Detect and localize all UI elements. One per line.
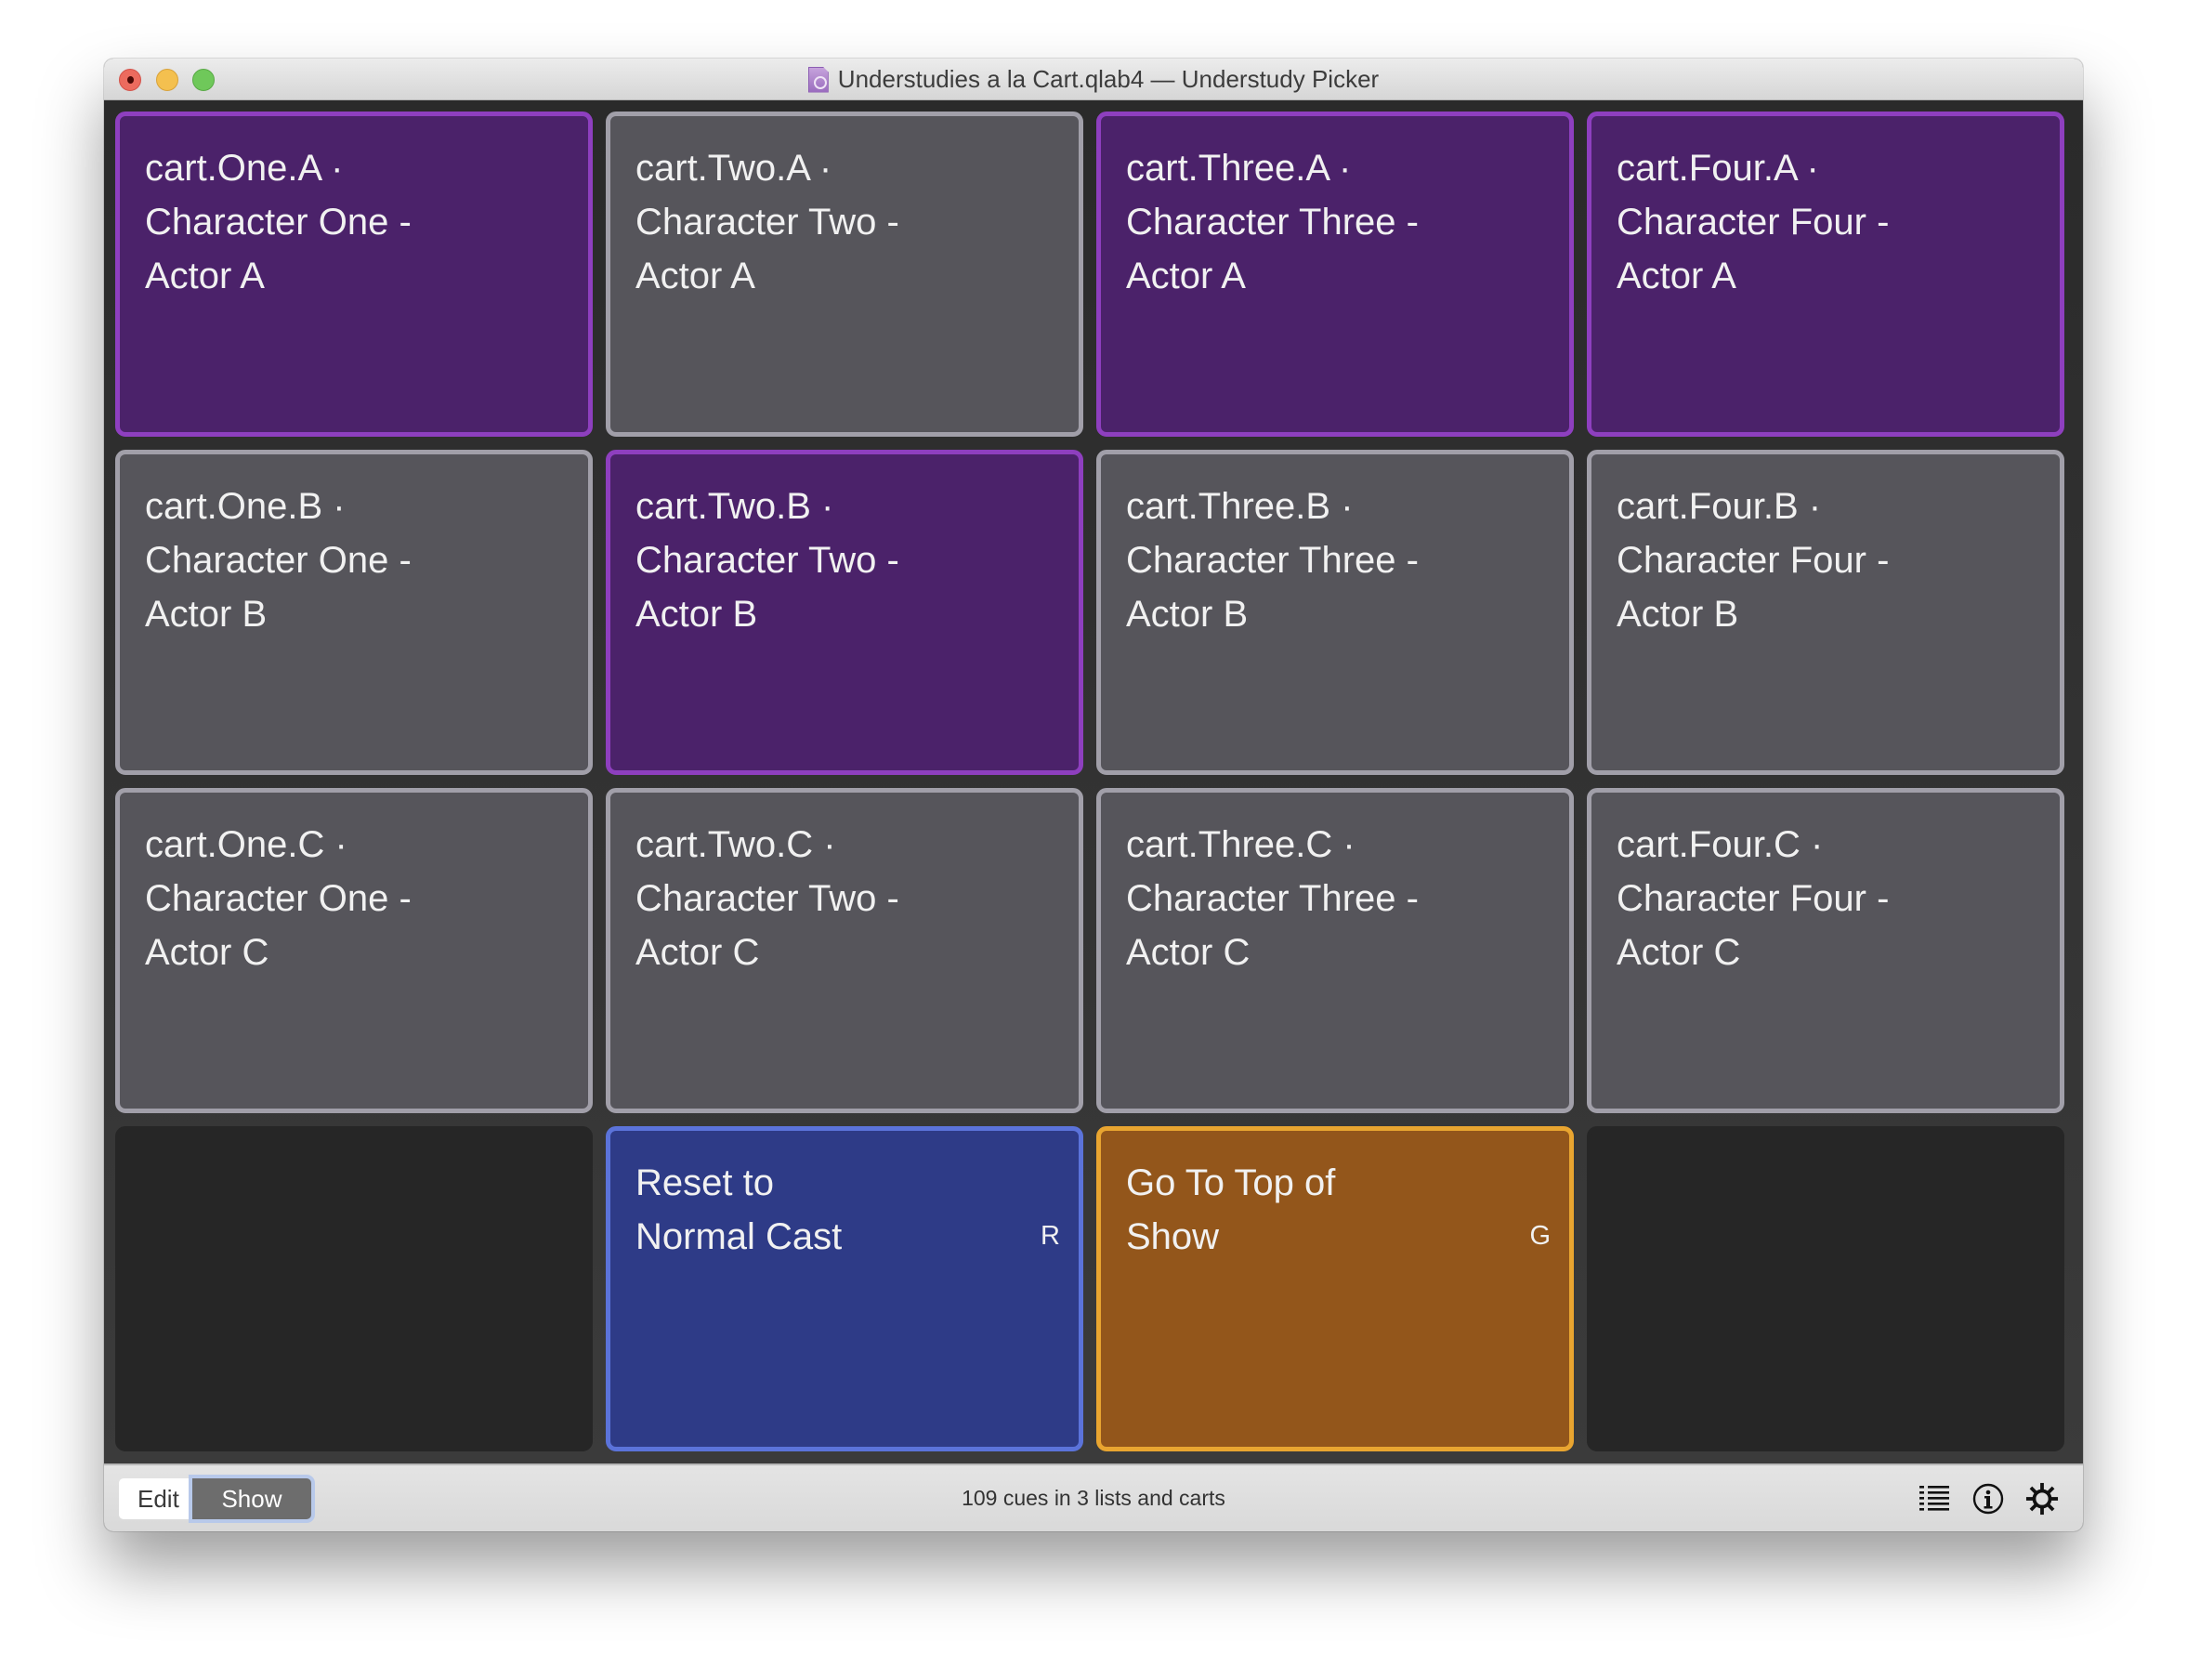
cart-tile[interactable]: cart.Three.C · Character Three - Actor C xyxy=(1096,788,1574,1113)
cart-tile-label: cart.Four.B · Character Four - Actor B xyxy=(1617,486,1890,635)
cart-tile-label: cart.One.A · Character One - Actor A xyxy=(145,148,412,296)
cart-tile[interactable]: cart.One.B · Character One - Actor B xyxy=(115,450,593,775)
cart-tile-label: cart.Three.A · Character Three - Actor A xyxy=(1126,148,1419,296)
cart-tile-label: cart.Three.C · Character Three - Actor C xyxy=(1126,824,1419,973)
hotkey-badge: R xyxy=(1041,1221,1060,1251)
hotkey-badge: G xyxy=(1529,1221,1551,1251)
cart-tile[interactable]: cart.Two.B · Character Two - Actor B xyxy=(606,450,1083,775)
cart-tile-label: cart.Two.B · Character Two - Actor B xyxy=(635,486,899,635)
cart-tile-label: Go To Top of Show xyxy=(1126,1162,1336,1257)
list-icon[interactable] xyxy=(1918,1482,1951,1516)
qlab-document-icon xyxy=(807,66,829,93)
go-to-top-of-show-tile[interactable]: Go To Top of Show G xyxy=(1096,1126,1574,1451)
cart-tile-label: cart.Three.B · Character Three - Actor B xyxy=(1126,486,1419,635)
cart-tile[interactable]: cart.One.A · Character One - Actor A xyxy=(115,112,593,437)
cart-tile[interactable]: cart.Three.A · Character Three - Actor A xyxy=(1096,112,1574,437)
reset-to-normal-cast-tile[interactable]: Reset to Normal Cast R xyxy=(606,1126,1083,1451)
cart-tile-label: cart.Four.C · Character Four - Actor C xyxy=(1617,824,1890,973)
cart-tile-label: cart.Four.A · Character Four - Actor A xyxy=(1617,148,1890,296)
footer-bar: Edit Show 109 cues in 3 lists and carts xyxy=(104,1463,2083,1531)
cart-tile[interactable]: cart.Four.C · Character Four - Actor C xyxy=(1587,788,2064,1113)
footer-icon-group xyxy=(1918,1480,2059,1517)
cart-tile[interactable]: cart.Two.A · Character Two - Actor A xyxy=(606,112,1083,437)
cart-tile[interactable]: cart.Four.A · Character Four - Actor A xyxy=(1587,112,2064,437)
cart-tile-label: cart.Two.A · Character Two - Actor A xyxy=(635,148,899,296)
empty-cart-slot xyxy=(1587,1126,2064,1451)
cart-grid: cart.One.A · Character One - Actor A car… xyxy=(115,112,2064,1451)
cart-tile[interactable]: cart.Three.B · Character Three - Actor B xyxy=(1096,450,1574,775)
info-icon[interactable] xyxy=(1971,1482,2005,1516)
cart-tile-label: Reset to Normal Cast xyxy=(635,1162,843,1257)
cart-area: cart.One.A · Character One - Actor A car… xyxy=(104,100,2083,1463)
app-window: Understudies a la Cart.qlab4 — Understud… xyxy=(104,59,2083,1531)
cart-tile[interactable]: cart.One.C · Character One - Actor C xyxy=(115,788,593,1113)
status-text: 109 cues in 3 lists and carts xyxy=(962,1486,1225,1510)
cart-tile-label: cart.One.B · Character One - Actor B xyxy=(145,486,412,635)
cart-tile[interactable]: cart.Two.C · Character Two - Actor C xyxy=(606,788,1083,1113)
cart-tile-label: cart.One.C · Character One - Actor C xyxy=(145,824,412,973)
cart-tile-label: cart.Two.C · Character Two - Actor C xyxy=(635,824,899,973)
window-title: Understudies a la Cart.qlab4 — Understud… xyxy=(837,65,1380,93)
cart-tile[interactable]: cart.Four.B · Character Four - Actor B xyxy=(1587,450,2064,775)
window-title-group: Understudies a la Cart.qlab4 — Understud… xyxy=(104,59,2083,100)
title-bar: Understudies a la Cart.qlab4 — Understud… xyxy=(104,59,2083,100)
empty-cart-slot xyxy=(115,1126,593,1451)
gear-icon[interactable] xyxy=(2025,1482,2059,1516)
